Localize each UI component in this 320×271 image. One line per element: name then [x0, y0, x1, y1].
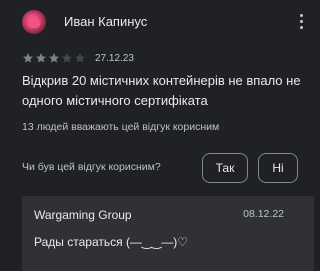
- reply-author: Wargaming Group: [34, 208, 132, 222]
- developer-reply: Wargaming Group 08.12.22 Рады стараться …: [22, 196, 314, 271]
- reply-text: Рады стараться (—‿‿—)♡: [34, 235, 188, 249]
- review-date: 27.12.23: [95, 52, 134, 64]
- star-empty-icon: [62, 53, 72, 63]
- star-rating: [22, 52, 86, 64]
- star-filled-icon: [49, 53, 59, 63]
- star-empty-icon: [75, 53, 85, 63]
- review-header: Иван Капинус: [22, 9, 312, 35]
- helpful-question: Чи був цей відгук корисним?: [22, 161, 161, 173]
- helpful-count: 13 людей вважають цей відгук корисним: [22, 121, 220, 133]
- reply-date: 08.12.22: [243, 208, 284, 220]
- avatar: [22, 10, 46, 34]
- rating-row: 27.12.23: [22, 51, 134, 65]
- helpful-yes-button[interactable]: Так: [202, 153, 248, 183]
- review-author: Иван Капинус: [64, 14, 148, 29]
- star-filled-icon: [36, 53, 46, 63]
- review-text: Відкрив 20 містичних контейнерів не впал…: [22, 73, 301, 108]
- star-filled-icon: [23, 53, 33, 63]
- more-options-icon[interactable]: [294, 9, 308, 33]
- helpful-no-button[interactable]: Ні: [258, 153, 298, 183]
